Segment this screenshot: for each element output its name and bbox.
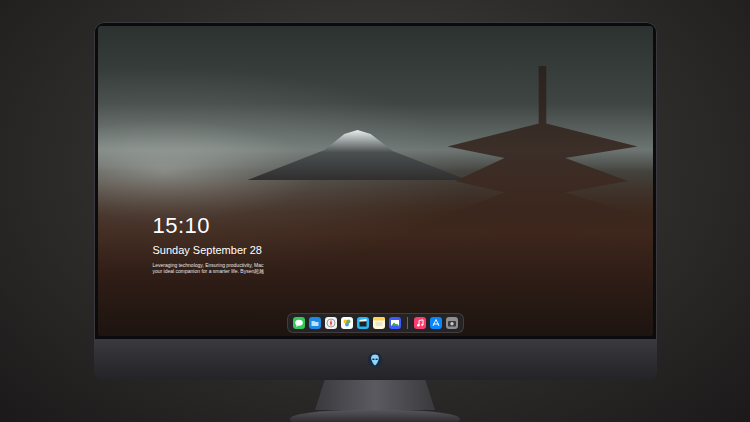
app-store-icon[interactable] <box>430 317 442 329</box>
messages-icon[interactable] <box>293 317 305 329</box>
tagline-line: Leveraging technology, Ensuring producti… <box>153 262 653 268</box>
lock-clock: 15:10 Sunday September 28 Leveraging techn… <box>153 213 653 274</box>
brand-logo-icon <box>367 352 383 368</box>
monitor: 15:10 Sunday September 28 Leveraging techn… <box>94 22 657 422</box>
screen-bezel: 15:10 Sunday September 28 Leveraging techn… <box>94 22 657 340</box>
photos-icon[interactable] <box>341 317 353 329</box>
dock <box>287 313 464 333</box>
wallpaper: 15:10 Sunday September 28 Leveraging techn… <box>98 26 653 336</box>
safari-icon[interactable] <box>325 317 337 329</box>
clock-date: Sunday September 28 <box>153 243 653 257</box>
stand-neck <box>315 380 435 410</box>
camera-icon[interactable] <box>446 317 458 329</box>
notes-icon[interactable] <box>373 317 385 329</box>
dock-separator <box>407 317 408 329</box>
tagline-line: your ideal companion for a smarter life.… <box>153 268 653 274</box>
video-icon[interactable] <box>357 317 369 329</box>
monitor-chin <box>94 340 657 380</box>
music-icon[interactable] <box>414 317 426 329</box>
tagline: Leveraging technology, Ensuring producti… <box>153 262 653 274</box>
gallery-icon[interactable] <box>389 317 401 329</box>
clock-time: 15:10 <box>153 213 653 239</box>
stand-base <box>290 410 460 422</box>
files-icon[interactable] <box>309 317 321 329</box>
